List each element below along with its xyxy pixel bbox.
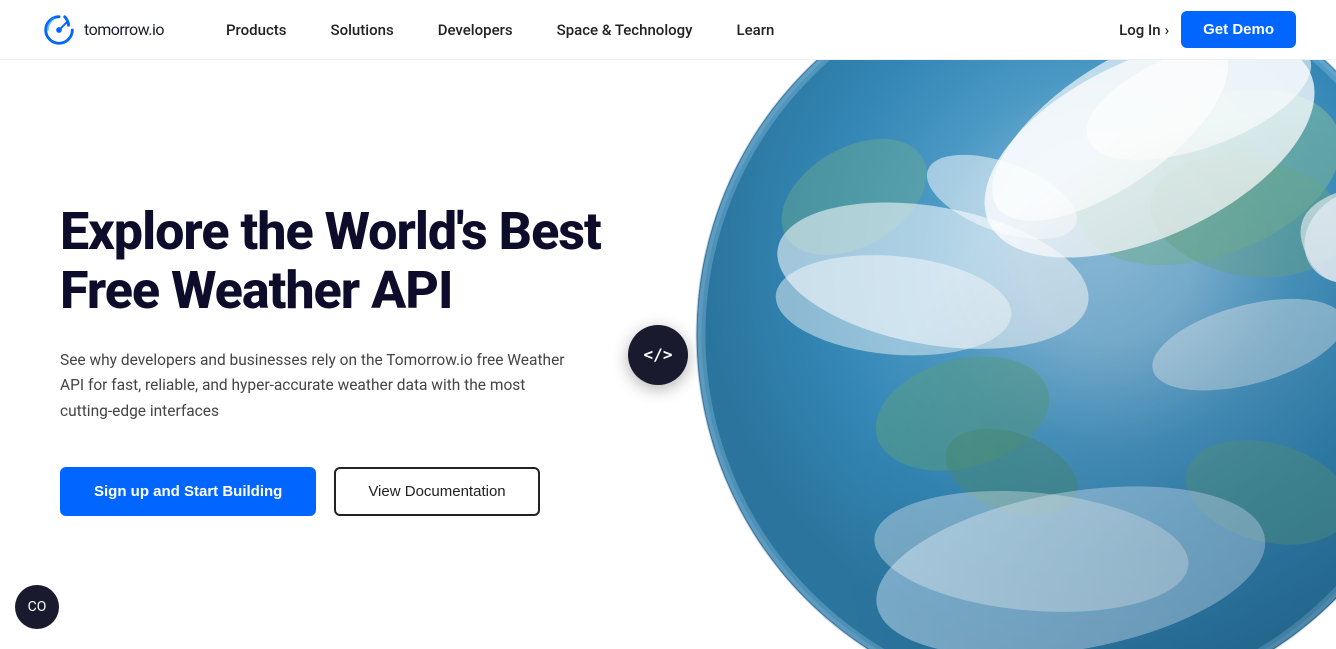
hero-content: Explore the World's Best Free Weather AP… [0,60,668,649]
chat-bubble-icon: CO [28,599,47,615]
nav-item-learn[interactable]: Learn [715,0,797,60]
navbar: tomorrow.io Products Solutions Developer… [0,0,1336,60]
hero-buttons: Sign up and Start Building View Document… [60,467,608,516]
docs-button[interactable]: View Documentation [334,467,539,516]
chat-bubble[interactable]: CO [15,585,59,629]
nav-item-space-technology[interactable]: Space & Technology [535,0,715,60]
hero-title: Explore the World's Best Free Weather AP… [60,203,608,319]
nav-item-developers[interactable]: Developers [416,0,535,60]
hero-subtitle: See why developers and businesses rely o… [60,348,580,425]
logo-text: tomorrow.io [84,19,164,40]
earth-container [668,60,1336,649]
hero-image [668,60,1336,649]
code-icon: </> [644,345,673,364]
code-icon-circle: </> [628,325,688,385]
logo[interactable]: tomorrow.io [40,11,164,49]
nav-item-solutions[interactable]: Solutions [309,0,416,60]
earth-svg [668,60,1336,649]
nav-item-products[interactable]: Products [204,0,309,60]
signup-button[interactable]: Sign up and Start Building [60,467,316,516]
get-demo-button[interactable]: Get Demo [1181,11,1296,48]
nav-menu: Products Solutions Developers Space & Te… [204,0,1119,60]
hero-section: Explore the World's Best Free Weather AP… [0,60,1336,649]
navbar-actions: Log In › Get Demo [1119,11,1296,48]
logo-icon [40,11,78,49]
login-button[interactable]: Log In › [1119,21,1169,39]
